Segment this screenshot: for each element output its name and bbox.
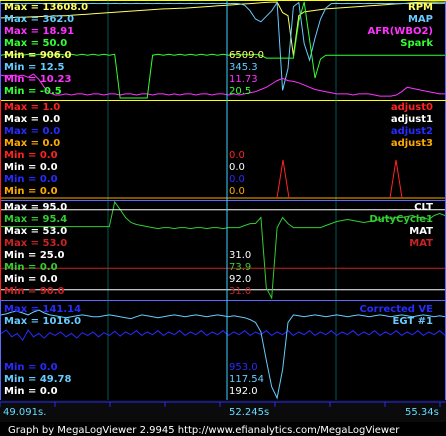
cursor-value: 0.0 <box>229 162 245 173</box>
max-label: Max = 0.0 <box>4 114 60 125</box>
max-label: Max = 95.0 <box>4 202 67 213</box>
series-name: MAT <box>409 226 433 237</box>
series-name: MAP <box>408 14 433 25</box>
max-label: Max = 0.0 <box>4 126 60 137</box>
cursor-value: 0.0 <box>229 150 245 161</box>
cursor-value: 6509.0 <box>229 50 264 61</box>
series-name: AFR(WBO2) <box>367 26 433 37</box>
cursor-value: 345.3 <box>229 62 258 73</box>
cursor-value: 20.5 <box>229 86 251 97</box>
cursor-value: 0.0 <box>229 186 245 197</box>
min-label: Min = 0.0 <box>4 386 58 397</box>
min-label: Min = 0.0 <box>4 262 58 273</box>
time-label-start: 49.091s. <box>3 407 46 418</box>
cursor-value: 31.0 <box>229 250 251 261</box>
max-label: Max = 95.4 <box>4 214 67 225</box>
min-label: Min = 0.0 <box>4 150 58 161</box>
cursor-value: 117.54 <box>229 374 264 385</box>
min-label: Min = 906.0 <box>4 50 72 61</box>
min-label: Min = 90.0 <box>4 286 65 297</box>
cursor-value: 31.0 <box>229 286 251 297</box>
series-name: adjust1 <box>391 114 433 125</box>
time-label-cursor: 52.245s <box>229 407 269 418</box>
series-name: adjust0 <box>391 102 433 113</box>
min-label: Min = 10.23 <box>4 74 72 85</box>
max-label: Max = 1016.0 <box>4 316 81 327</box>
cursor-value: 73.9 <box>229 262 251 273</box>
series-name: CLT <box>414 202 433 213</box>
min-label: Min = 0.0 <box>4 174 58 185</box>
min-label: Min = 25.0 <box>4 250 65 261</box>
max-label: Max = 50.0 <box>4 38 67 49</box>
min-label: Min = -0.5 <box>4 86 62 97</box>
series-name: Corrected VE <box>359 304 433 315</box>
footer-text[interactable]: Graph by MegaLogViewer 2.9945 http://www… <box>8 425 400 436</box>
max-label: Max = 53.0 <box>4 226 67 237</box>
max-label: Max = 141.14 <box>4 304 81 315</box>
cursor-value: 92.0 <box>229 274 251 285</box>
cursor-value: 11.73 <box>229 74 258 85</box>
series-name: MAT <box>409 238 433 249</box>
max-label: Max = 53.0 <box>4 238 67 249</box>
series-name: adjust3 <box>391 138 433 149</box>
max-label: Max = 13608.0 <box>4 2 88 13</box>
max-label: Max = 0.0 <box>4 138 60 149</box>
cursor-value: 0.0 <box>229 174 245 185</box>
min-label: Min = 0.0 <box>4 362 58 373</box>
min-label: Min = 0.0 <box>4 274 58 285</box>
series-name: DutyCycle1 <box>369 214 433 225</box>
cursor-value: 953.0 <box>229 362 258 373</box>
max-label: Max = 362.0 <box>4 14 74 25</box>
series-name: adjust2 <box>391 126 433 137</box>
cursor-value: 192.0 <box>229 386 258 397</box>
series-name: RPM <box>408 2 433 13</box>
series-name: EGT #1 <box>392 316 433 327</box>
time-axis-background <box>0 400 446 422</box>
min-label: Min = 0.0 <box>4 186 58 197</box>
max-label: Max = 1.0 <box>4 102 60 113</box>
min-label: Min = 0.0 <box>4 162 58 173</box>
min-label: Min = 49.78 <box>4 374 72 385</box>
time-label-end: 55.34s <box>405 407 439 418</box>
megalogviewer-graph: Max = 13608.0 Min = 906.0 RPM 6509.0 Max = 3… <box>0 0 446 436</box>
min-label: Min = 12.5 <box>4 62 65 73</box>
max-label: Max = 18.91 <box>4 26 74 37</box>
series-name: Spark <box>400 38 433 49</box>
